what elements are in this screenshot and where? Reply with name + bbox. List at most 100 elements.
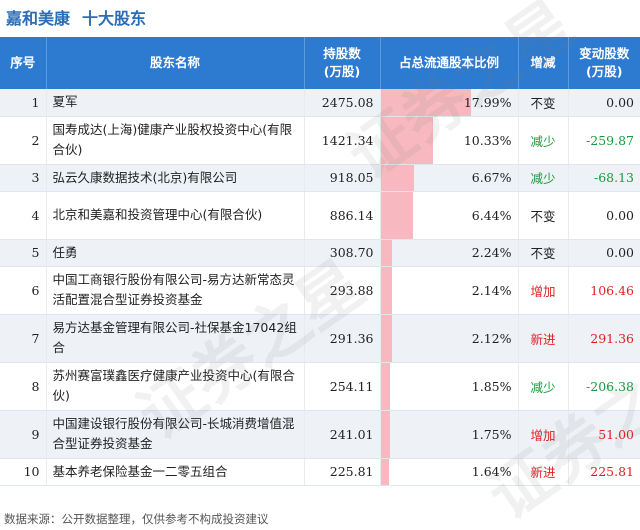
shares-cell: 886.14	[304, 191, 381, 240]
change-cell: 不变	[518, 191, 569, 240]
shares-cell: 293.88	[304, 266, 381, 315]
shares-cell: 918.05	[304, 164, 381, 192]
table-row: 5 任勇 308.70 2.24% 不变 0.00	[0, 239, 640, 267]
header-ratio: 占总流通股本比例	[380, 37, 519, 89]
header-rank: 序号	[0, 37, 47, 89]
rank-cell: 7	[0, 314, 47, 363]
ratio-text: 2.12%	[471, 330, 512, 346]
change-amount-cell: 291.36	[568, 314, 640, 363]
rank-cell: 4	[0, 191, 47, 240]
table-header-row: 序号 股东名称 持股数 (万股) 占总流通股本比例 增减 变动股数 (万股)	[0, 37, 640, 89]
ratio-cell: 1.64%	[380, 458, 519, 486]
table-row: 10 基本养老保险基金一二零五组合 225.81 1.64% 新进 225.81	[0, 458, 640, 486]
shareholder-name-cell: 北京和美嘉和投资管理中心(有限合伙)	[46, 191, 305, 240]
rank-cell: 8	[0, 362, 47, 411]
company-name: 嘉和美康	[6, 9, 71, 28]
change-amount-cell: -206.38	[568, 362, 640, 411]
rank-cell: 6	[0, 266, 47, 315]
table-row: 1 夏军 2475.08 17.99% 不变 0.00	[0, 89, 640, 117]
ratio-cell: 6.44%	[380, 191, 519, 240]
ratio-bar	[380, 191, 413, 239]
table-row: 4 北京和美嘉和投资管理中心(有限合伙) 886.14 6.44% 不变 0.00	[0, 191, 640, 240]
rank-cell: 9	[0, 410, 47, 459]
change-cell: 减少	[518, 362, 569, 411]
shares-cell: 1421.34	[304, 116, 381, 165]
table-row: 8 苏州赛富璞鑫医疗健康产业投资中心(有限合伙) 254.11 1.85% 减少 -206…	[0, 362, 640, 411]
shares-cell: 241.01	[304, 410, 381, 459]
ratio-cell: 6.67%	[380, 164, 519, 192]
ratio-bar	[380, 89, 471, 116]
ratio-cell: 2.24%	[380, 239, 519, 267]
ratio-cell: 2.12%	[380, 314, 519, 363]
shares-cell: 2475.08	[304, 89, 381, 117]
shares-cell: 254.11	[304, 362, 381, 411]
header-change: 增减	[518, 37, 569, 89]
change-cell: 增加	[518, 266, 569, 315]
ratio-text: 1.75%	[471, 426, 512, 442]
shareholder-name-cell: 中国工商银行股份有限公司-易方达新常态灵活配置混合型证券投资基金	[46, 266, 305, 315]
header-amount: 变动股数 (万股)	[568, 37, 640, 89]
change-cell: 新进	[518, 458, 569, 486]
ratio-text: 1.64%	[471, 464, 512, 479]
title-bar: 嘉和美康 十大股东	[0, 0, 640, 34]
ratio-bar	[380, 362, 390, 410]
ratio-bar	[380, 266, 392, 314]
ratio-text: 17.99%	[463, 94, 512, 110]
change-cell: 不变	[518, 239, 569, 267]
ratio-text: 1.85%	[471, 378, 512, 394]
table-row: 9 中国建设银行股份有限公司-长城消费增值混合型证券投资基金 241.01 1.75%…	[0, 410, 640, 459]
ratio-bar	[380, 314, 392, 362]
rank-cell: 10	[0, 458, 47, 486]
header-amount-line1: 变动股数	[579, 46, 630, 61]
shareholder-name-cell: 任勇	[46, 239, 305, 267]
ratio-bar	[380, 164, 414, 191]
ratio-bar	[380, 458, 389, 485]
change-cell: 减少	[518, 164, 569, 192]
shareholders-table: 序号 股东名称 持股数 (万股) 占总流通股本比例 增减 变动股数 (万股) 1…	[0, 37, 640, 486]
shareholder-name-cell: 中国建设银行股份有限公司-长城消费增值混合型证券投资基金	[46, 410, 305, 459]
ratio-bar	[380, 116, 433, 164]
table-row: 3 弘云久康数据技术(北京)有限公司 918.05 6.67% 减少 -68.13	[0, 164, 640, 192]
header-shares-line1: 持股数	[323, 46, 361, 61]
rank-cell: 5	[0, 239, 47, 267]
rank-cell: 1	[0, 89, 47, 117]
shareholder-name-cell: 夏军	[46, 89, 305, 117]
change-amount-cell: 0.00	[568, 239, 640, 267]
table-body: 1 夏军 2475.08 17.99% 不变 0.00 2 国寿成达(上海)健康产业股权投资中…	[0, 89, 640, 486]
change-amount-cell: 51.00	[568, 410, 640, 459]
change-amount-cell: -259.87	[568, 116, 640, 165]
ratio-cell: 1.85%	[380, 362, 519, 411]
ratio-cell: 2.14%	[380, 266, 519, 315]
ratio-cell: 1.75%	[380, 410, 519, 459]
ratio-text: 10.33%	[463, 132, 512, 148]
shares-cell: 225.81	[304, 458, 381, 486]
shareholder-name-cell: 国寿成达(上海)健康产业股权投资中心(有限合伙)	[46, 116, 305, 165]
ratio-bar	[380, 239, 392, 266]
ratio-cell: 10.33%	[380, 116, 519, 165]
shares-cell: 308.70	[304, 239, 381, 267]
shareholder-name-cell: 苏州赛富璞鑫医疗健康产业投资中心(有限合伙)	[46, 362, 305, 411]
change-cell: 减少	[518, 116, 569, 165]
ratio-text: 2.24%	[471, 245, 512, 260]
header-amount-line2: (万股)	[586, 64, 623, 79]
shares-cell: 291.36	[304, 314, 381, 363]
change-amount-cell: -68.13	[568, 164, 640, 192]
footer-note: 数据来源：公开数据整理，仅供参考不构成投资建议	[4, 512, 269, 526]
change-amount-cell: 225.81	[568, 458, 640, 486]
change-amount-cell: 0.00	[568, 191, 640, 240]
header-shares: 持股数 (万股)	[304, 37, 381, 89]
ratio-text: 6.67%	[471, 170, 512, 185]
page-title: 十大股东	[82, 9, 147, 28]
table-row: 7 易方达基金管理有限公司-社保基金17042组合 291.36 2.12% 新进 291…	[0, 314, 640, 363]
ratio-text: 6.44%	[471, 207, 512, 223]
change-amount-cell: 0.00	[568, 89, 640, 117]
change-cell: 新进	[518, 314, 569, 363]
shareholder-name-cell: 弘云久康数据技术(北京)有限公司	[46, 164, 305, 192]
table-row: 2 国寿成达(上海)健康产业股权投资中心(有限合伙) 1421.34 10.33% 减少…	[0, 116, 640, 165]
ratio-text: 2.14%	[471, 282, 512, 298]
table-row: 6 中国工商银行股份有限公司-易方达新常态灵活配置混合型证券投资基金 293.88 2…	[0, 266, 640, 315]
rank-cell: 2	[0, 116, 47, 165]
change-cell: 不变	[518, 89, 569, 117]
shareholder-name-cell: 基本养老保险基金一二零五组合	[46, 458, 305, 486]
header-shares-line2: (万股)	[323, 64, 361, 79]
